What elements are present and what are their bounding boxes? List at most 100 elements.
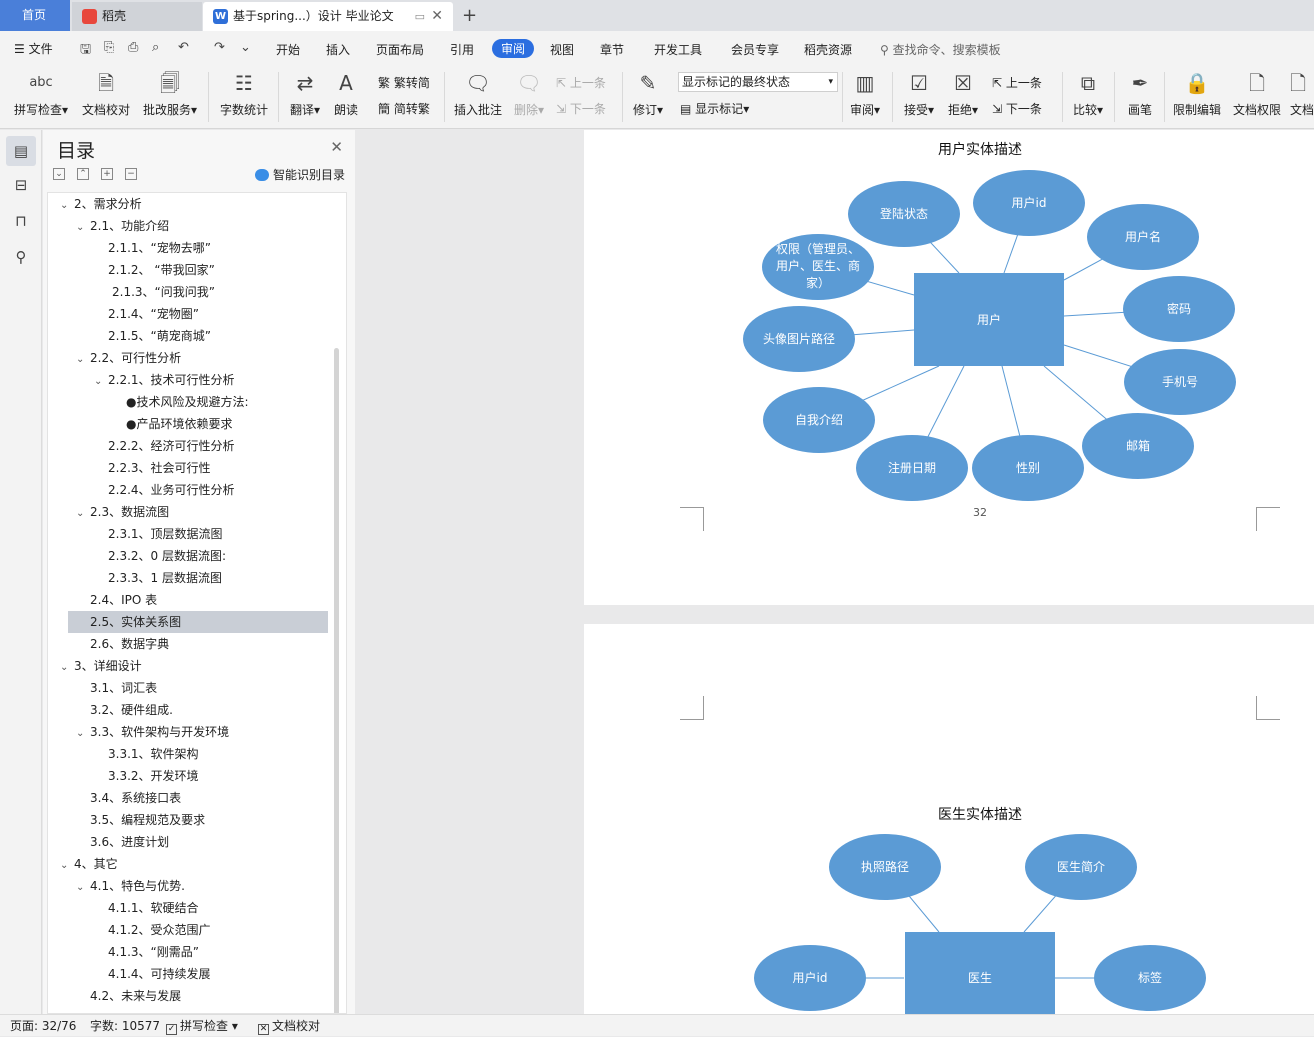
accept-button[interactable]: ☑ 接受▾ xyxy=(900,69,938,118)
toc-item[interactable]: 2.5、实体关系图 xyxy=(68,611,328,633)
search-panel-icon[interactable]: ⚲ xyxy=(12,248,30,266)
toc-item[interactable]: 2.6、数据字典 xyxy=(48,633,169,655)
toc-item[interactable]: 2.2.4、业务可行性分析 xyxy=(48,479,235,501)
show-markup-button[interactable]: ▤ 显示标记▾ xyxy=(680,100,749,117)
menu-item[interactable]: 审阅 xyxy=(492,39,535,58)
toc-item[interactable]: 4.1.3、“刚需品” xyxy=(48,941,199,963)
toc-item[interactable]: 4.2、未来与发展 xyxy=(48,985,181,1007)
menu-item[interactable]: 开发工具 xyxy=(654,41,702,58)
menu-item[interactable]: 稻壳资源 xyxy=(804,41,852,58)
pin-icon[interactable]: ▭ xyxy=(415,2,425,31)
batch-service-button[interactable]: 🗐 批改服务▾ xyxy=(140,69,200,118)
toc-item[interactable]: 3.6、进度计划 xyxy=(48,831,169,853)
toc-item[interactable]: 4.1.1、软硬结合 xyxy=(48,897,199,919)
toc-item[interactable]: 2.3.2、0 层数据流图: xyxy=(48,545,226,567)
preview-icon[interactable]: ⌕ xyxy=(152,40,159,55)
bookmark-icon[interactable]: ⊓ xyxy=(12,212,30,230)
toc-item[interactable]: 2.2.2、经济可行性分析 xyxy=(48,435,235,457)
page-indicator[interactable]: 页面: 32/76 xyxy=(10,1015,76,1037)
prev-change-button[interactable]: ⇱ 上一条 xyxy=(992,74,1042,91)
trad-to-simp-button[interactable]: 繁 繁转简 xyxy=(378,74,430,91)
menu-item[interactable]: 页面布局 xyxy=(376,41,424,58)
toc-item[interactable]: ⌄ 2.2.1、技术可行性分析 xyxy=(48,369,235,391)
pen-button[interactable]: ✒ 画笔 xyxy=(1122,69,1158,118)
file-menu[interactable]: ☰ 文件 xyxy=(14,40,53,57)
toc-item[interactable]: ⌄ 2、需求分析 xyxy=(48,193,142,215)
toc-item[interactable]: ●技术风险及规避方法: xyxy=(48,391,249,413)
doc-proof-status[interactable]: ✕ 文档校对 xyxy=(258,1015,320,1037)
reject-button[interactable]: ☒ 拒绝▾ xyxy=(944,69,982,118)
toc-item[interactable]: 2.1.5、“萌宠商城” xyxy=(48,325,211,347)
chevron-down-icon[interactable]: ⌄ xyxy=(60,195,74,217)
chevron-down-icon[interactable]: ⌄ xyxy=(60,657,74,679)
toc-item[interactable]: 2.3.3、1 层数据流图 xyxy=(48,567,222,589)
toc-item[interactable]: 4.1.2、受众范围广 xyxy=(48,919,211,941)
chevron-down-icon[interactable]: ⌄ xyxy=(94,371,108,393)
tab-document[interactable]: W 基于spring...）设计 毕业论文 ▭ ✕ xyxy=(203,2,453,31)
menu-item[interactable]: 插入 xyxy=(326,41,350,58)
toc-item[interactable]: ⌄ 4、其它 xyxy=(48,853,118,875)
add-level-icon[interactable]: + xyxy=(101,168,113,180)
spell-check-button[interactable]: abc 拼写检查▾ xyxy=(10,69,72,118)
smart-toc-button[interactable]: 智能识别目录 xyxy=(254,166,345,183)
toc-item[interactable]: 2.1.1、“宠物去哪” xyxy=(48,237,211,259)
toc-item[interactable]: ⌄ 2.1、功能介绍 xyxy=(48,215,169,237)
toc-item[interactable]: 2.4、IPO 表 xyxy=(48,589,157,611)
translate-button[interactable]: ⇄ 翻译▾ xyxy=(286,69,324,118)
chevron-down-icon[interactable]: ⌄ xyxy=(76,503,90,525)
chevron-down-icon[interactable]: ⌄ xyxy=(76,877,90,899)
next-comment-button[interactable]: ⇲ 下一条 xyxy=(556,100,606,117)
toc-item[interactable]: 3.3.1、软件架构 xyxy=(48,743,199,765)
doc-proof-button[interactable]: 🗎 文档校对 xyxy=(80,69,132,118)
menu-item[interactable]: 章节 xyxy=(600,41,624,58)
word-count-indicator[interactable]: 字数: 10577 xyxy=(90,1015,160,1037)
menu-item[interactable]: 引用 xyxy=(450,41,474,58)
toc-item[interactable]: 3.1、词汇表 xyxy=(48,677,157,699)
menu-item[interactable]: 视图 xyxy=(550,41,574,58)
review-pane-button[interactable]: ▥ 审阅▾ xyxy=(846,69,884,118)
markup-state-select[interactable]: 显示标记的最终状态 ▾ xyxy=(678,72,838,92)
toc-scrollbar[interactable] xyxy=(334,348,339,1013)
toc-item[interactable]: 4.1.4、可持续发展 xyxy=(48,963,211,985)
navigation-icon[interactable]: ⊟ xyxy=(12,176,30,194)
toc-item[interactable]: ●产品环境依赖要求 xyxy=(48,413,232,435)
menu-item[interactable]: 会员专享 xyxy=(731,41,779,58)
save-icon[interactable]: 🖫 xyxy=(80,40,91,62)
toc-item[interactable]: ⌄ 3、详细设计 xyxy=(48,655,142,677)
chevron-down-icon[interactable]: ⌄ xyxy=(76,217,90,239)
toc-item[interactable]: 2.2.3、社会可行性 xyxy=(48,457,211,479)
toc-item[interactable]: 2.1.4、“宠物圈” xyxy=(48,303,199,325)
chevron-down-icon[interactable]: ⌄ xyxy=(76,349,90,371)
read-aloud-button[interactable]: A 朗读 xyxy=(330,69,362,118)
track-changes-button[interactable]: ✎ 修订▾ xyxy=(630,69,666,118)
chevron-down-icon[interactable]: ⌄ xyxy=(60,855,74,877)
close-tab-icon[interactable]: ✕ xyxy=(431,2,443,31)
toc-item[interactable]: 3.5、编程规范及要求 xyxy=(48,809,205,831)
toc-item[interactable]: ⌄ 2.2、可行性分析 xyxy=(48,347,181,369)
toc-panel-icon[interactable]: ▤ xyxy=(6,136,36,166)
next-change-button[interactable]: ⇲ 下一条 xyxy=(992,100,1042,117)
toc-item[interactable]: 3.2、硬件组成. xyxy=(48,699,173,721)
command-search[interactable]: ⚲ 查找命令、搜索模板 xyxy=(880,41,1001,58)
menu-item[interactable]: 开始 xyxy=(276,41,300,58)
simp-to-trad-button[interactable]: 簡 简转繁 xyxy=(378,100,430,117)
compare-button[interactable]: ⧉ 比较▾ xyxy=(1068,69,1108,118)
more-icon[interactable]: ⌄ xyxy=(240,40,251,55)
toc-item[interactable]: ⌄ 3.3、软件架构与开发环境 xyxy=(48,721,229,743)
toc-item[interactable]: 2.1.2、 “带我回家” xyxy=(48,259,215,281)
undo-icon[interactable]: ↶ xyxy=(178,40,189,55)
restrict-edit-button[interactable]: 🔒 限制编辑 xyxy=(1170,69,1224,118)
delete-comment-button[interactable]: 🗨 删除▾ xyxy=(510,69,548,118)
toc-item[interactable]: ⌄ 2.3、数据流图 xyxy=(48,501,169,523)
remove-level-icon[interactable]: − xyxy=(125,168,137,180)
prev-comment-button[interactable]: ⇱ 上一条 xyxy=(556,74,606,91)
toc-item[interactable]: ⌄ 4.1、特色与优势. xyxy=(48,875,185,897)
toc-item[interactable]: 2.1.3、“问我问我” xyxy=(48,281,215,303)
expand-up-icon[interactable]: ⌃ xyxy=(77,168,89,180)
redo-icon[interactable]: ↷ xyxy=(214,40,225,55)
word-count-button[interactable]: ☷ 字数统计 xyxy=(218,69,270,118)
print-icon[interactable]: ⎙ xyxy=(128,40,138,55)
new-tab-button[interactable]: + xyxy=(462,2,477,29)
export-icon[interactable]: ⎘ xyxy=(104,40,114,55)
insert-comment-button[interactable]: 🗨 插入批注 xyxy=(452,69,504,118)
